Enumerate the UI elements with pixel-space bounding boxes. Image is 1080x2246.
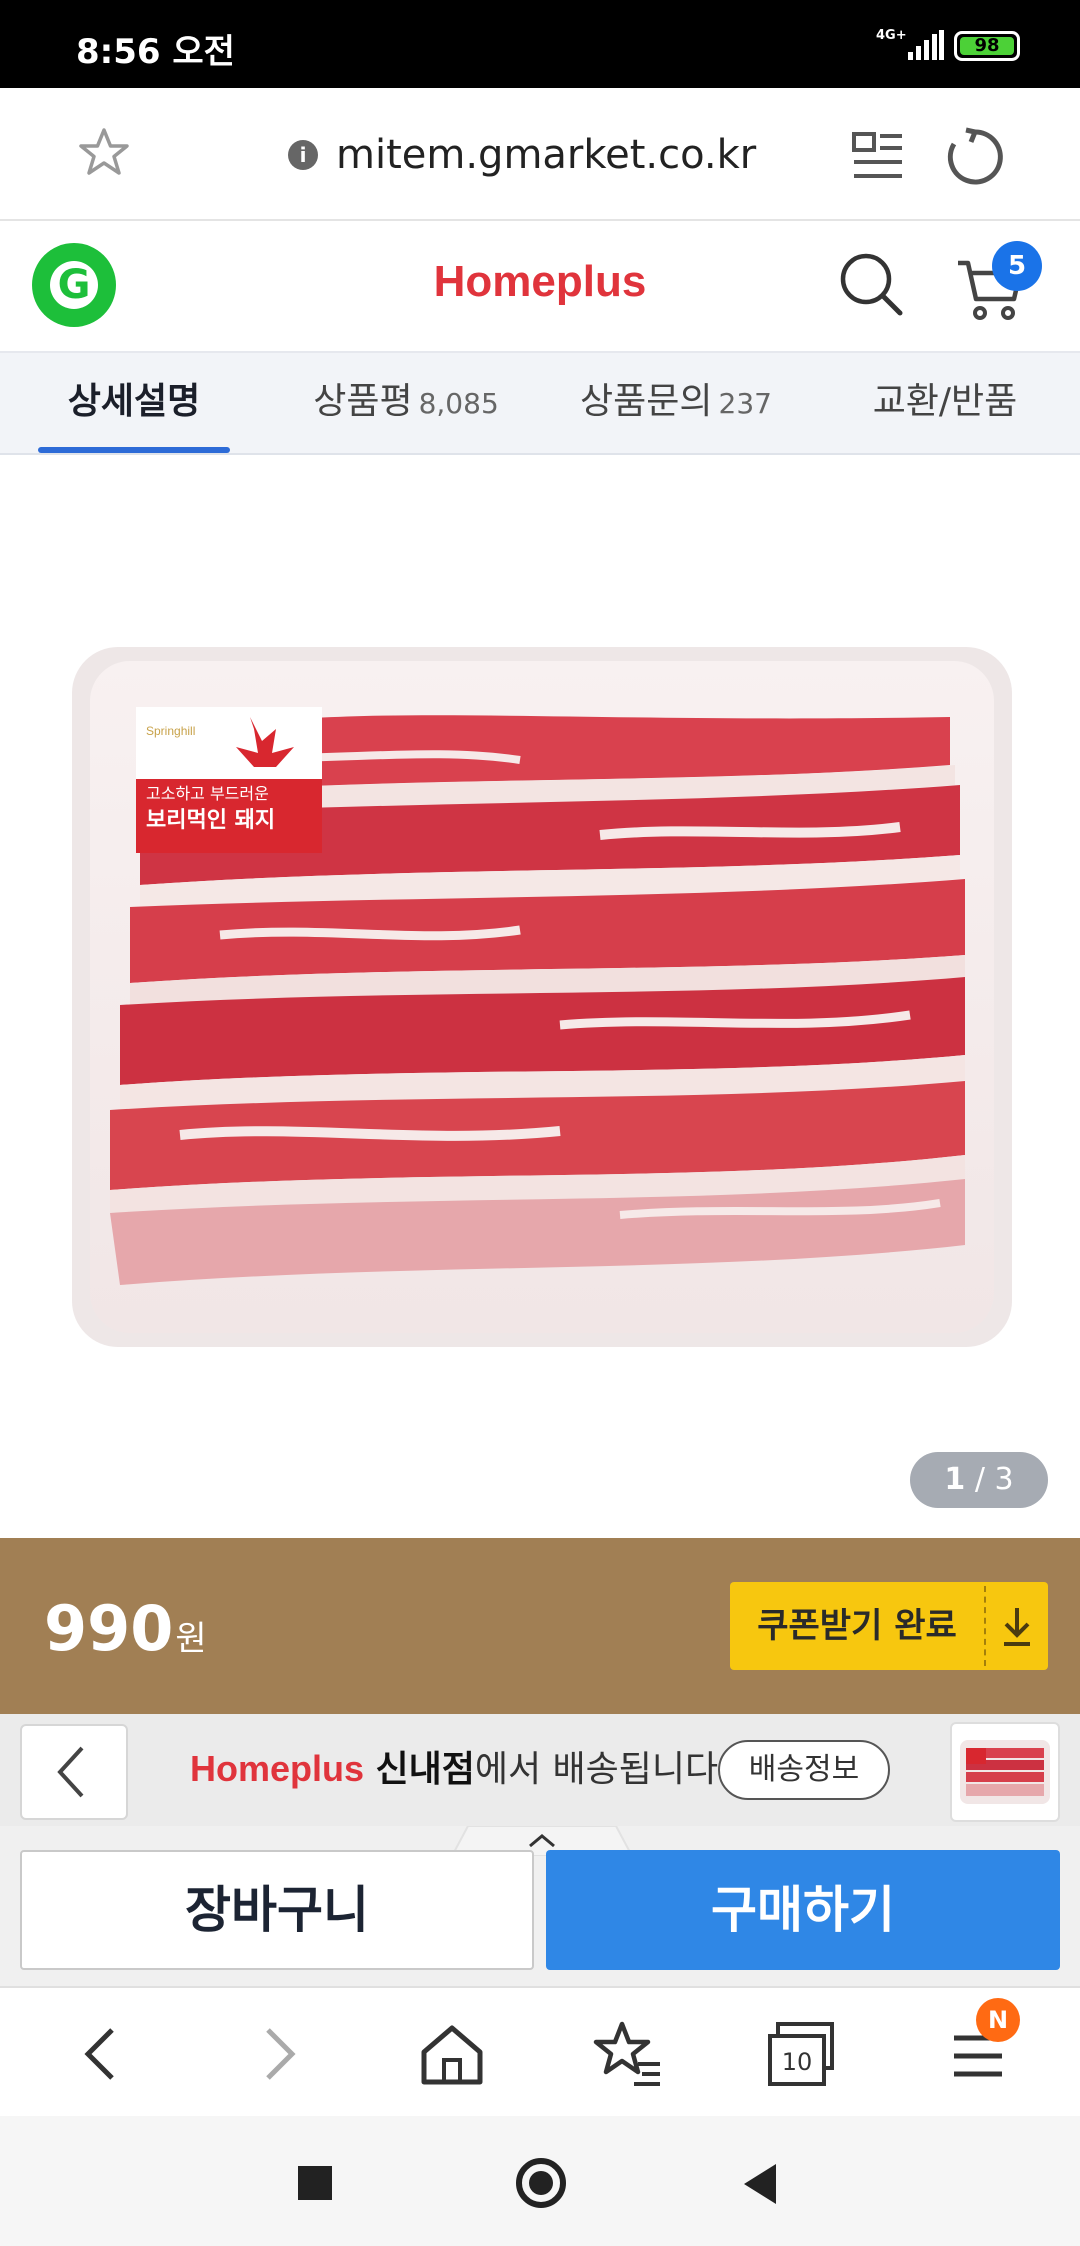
recents-icon[interactable] xyxy=(298,2166,332,2200)
browser-back-icon[interactable] xyxy=(62,2014,142,2094)
buy-now-button[interactable]: 구매하기 xyxy=(546,1850,1060,1970)
delivery-info-button[interactable]: 배송정보 xyxy=(718,1740,890,1800)
home-dot xyxy=(529,2171,553,2195)
tab-exchange-return[interactable]: 교환/반품 xyxy=(850,353,1040,455)
delivery-message: Homeplus 신내점에서 배송됩니다 xyxy=(190,1740,718,1792)
tab-reviews-label: 상품평 xyxy=(313,381,413,422)
tab-questions-label: 상품문의 xyxy=(580,381,713,422)
price-banner: 990원 쿠폰받기 완료 xyxy=(0,1538,1080,1714)
delivery-store: 신내점 xyxy=(375,1749,475,1790)
tab-reviews[interactable]: 상품평 8,085 xyxy=(300,353,512,455)
coupon-divider xyxy=(984,1586,986,1666)
home-icon[interactable] xyxy=(412,2014,492,2094)
package-brand-text: Springhill xyxy=(146,724,195,738)
status-bar: 8:56 오전 4G+ 98 xyxy=(0,0,1080,88)
pager-separator: / xyxy=(974,1462,985,1497)
thumbnail-image xyxy=(960,1740,1050,1804)
delivery-brand: Homeplus xyxy=(190,1748,365,1789)
price-amount: 990 xyxy=(44,1592,174,1665)
system-nav-bar xyxy=(0,2116,1080,2246)
tab-exchange-label: 교환/반품 xyxy=(872,381,1018,422)
bookmarks-star-icon[interactable] xyxy=(588,2014,668,2094)
site-info-icon[interactable]: i xyxy=(288,140,318,170)
cart-count-badge: 5 xyxy=(992,241,1042,291)
signal-icon xyxy=(908,30,944,60)
active-tab-indicator xyxy=(38,447,230,453)
reload-icon[interactable] xyxy=(944,126,1006,188)
coupon-button[interactable]: 쿠폰받기 완료 xyxy=(730,1582,1048,1670)
product-tabs: 상세설명 상품평 8,085 상품문의 237 교환/반품 xyxy=(0,351,1080,455)
download-icon xyxy=(1004,1608,1030,1646)
product-image: Springhill 고소하고 부드러운 보리먹인 돼지 xyxy=(72,647,1012,1347)
browser-bottom-nav: 10 N xyxy=(0,1986,1080,2116)
image-pager: 1 / 3 xyxy=(910,1452,1048,1508)
product-thumbnail[interactable] xyxy=(950,1722,1060,1822)
tab-questions[interactable]: 상품문의 237 xyxy=(570,353,782,455)
package-label-line1: 고소하고 부드러운 xyxy=(146,784,269,803)
browser-forward-icon[interactable] xyxy=(238,2014,318,2094)
chevron-left-icon xyxy=(57,1746,84,1798)
tabs-count: 10 xyxy=(782,2048,813,2076)
delivery-suffix: 에서 배송됩니다 xyxy=(474,1749,719,1790)
network-indicator: 4G+ xyxy=(876,28,907,43)
home-button-icon[interactable] xyxy=(516,2158,566,2208)
pager-total: 3 xyxy=(994,1462,1014,1497)
notification-badge: N xyxy=(976,1998,1020,2042)
back-button[interactable] xyxy=(20,1724,128,1820)
price-unit: 원 xyxy=(175,1619,207,1659)
store-brand-title[interactable]: Homeplus xyxy=(0,257,1080,307)
site-header: G Homeplus 5 xyxy=(0,221,1080,351)
search-icon[interactable] xyxy=(836,249,906,319)
purchase-bar: 장바구니 구매하기 xyxy=(0,1826,1080,1986)
reader-mode-icon[interactable] xyxy=(850,128,906,184)
tab-questions-count: 237 xyxy=(718,387,772,420)
browser-url-bar: i mitem.gmarket.co.kr xyxy=(0,88,1080,221)
coupon-label: 쿠폰받기 완료 xyxy=(757,1606,957,1646)
back-triangle-icon[interactable] xyxy=(744,2164,776,2204)
tab-details-label: 상세설명 xyxy=(67,381,201,422)
tabs-icon[interactable]: 10 xyxy=(760,2014,840,2094)
battery-icon: 98 xyxy=(954,31,1020,61)
price: 990원 xyxy=(44,1592,207,1665)
package-label-line2: 보리먹인 돼지 xyxy=(146,808,275,833)
add-to-cart-button[interactable]: 장바구니 xyxy=(20,1850,534,1970)
battery-level: 98 xyxy=(960,37,1014,55)
url-text[interactable]: mitem.gmarket.co.kr xyxy=(336,132,756,178)
delivery-info-bar: Homeplus 신내점에서 배송됩니다 배송정보 xyxy=(0,1714,1080,1826)
tab-details[interactable]: 상세설명 xyxy=(38,353,230,455)
pager-current: 1 xyxy=(944,1462,966,1497)
tab-reviews-count: 8,085 xyxy=(418,387,499,420)
product-image-carousel[interactable]: Springhill 고소하고 부드러운 보리먹인 돼지 xyxy=(0,455,1080,1538)
bookmark-star-icon[interactable] xyxy=(74,124,134,184)
status-time: 8:56 오전 xyxy=(76,32,235,72)
package-label: Springhill 고소하고 부드러운 보리먹인 돼지 xyxy=(136,707,322,853)
